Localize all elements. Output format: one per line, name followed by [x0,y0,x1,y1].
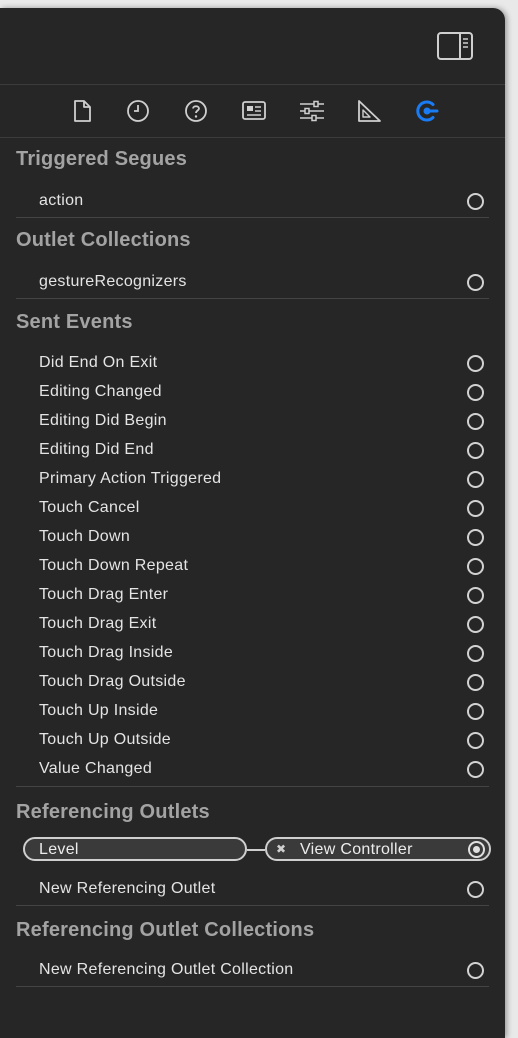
sent-event-circle[interactable] [467,761,484,778]
file-icon[interactable] [68,97,96,125]
sent-event-circle[interactable] [467,384,484,401]
sidebar-toggle-icon[interactable] [437,32,473,60]
sent-event-circle[interactable] [467,703,484,720]
sent-event-circle[interactable] [467,442,484,459]
new-referencing-outlet-collection-label: New Referencing Outlet Collection [39,961,294,978]
sent-event-circle[interactable] [467,471,484,488]
section-title-sent-events: Sent Events [16,311,133,333]
connection-label-action: action [39,192,84,209]
connections-inspector-panel: Triggered Segues action Outlet Collectio… [0,8,505,1038]
sent-event-label: Touch Down [39,528,131,545]
clock-icon[interactable] [124,97,152,125]
outlet-target-name: View Controller [300,841,413,858]
connection-line [247,849,265,851]
inspector-tab-bar [0,85,505,138]
id-card-icon[interactable] [240,97,268,125]
new-referencing-outlet-label: New Referencing Outlet [39,880,216,897]
sent-event-label: Touch Drag Enter [39,586,169,603]
section-title-referencing-outlets: Referencing Outlets [16,801,210,823]
sent-event-circle[interactable] [467,558,484,575]
connected-circle[interactable] [468,841,485,858]
sent-event-label: Editing Changed [39,383,162,400]
divider [16,986,489,987]
sent-event-circle[interactable] [467,500,484,517]
sent-event-label: Editing Did End [39,441,154,458]
divider [16,786,489,787]
outlet-name: Level [39,841,79,858]
divider [16,217,489,218]
remove-connection-icon[interactable]: ✖ [276,842,286,856]
divider [16,905,489,906]
sent-event-circle[interactable] [467,529,484,546]
sliders-icon[interactable] [298,97,326,125]
outlet-target-pill[interactable]: ✖ View Controller [265,837,491,861]
sent-event-circle[interactable] [467,732,484,749]
sent-event-label: Touch Down Repeat [39,557,189,574]
section-title-outlet-collections: Outlet Collections [16,229,191,251]
sent-event-label: Value Changed [39,760,153,777]
sent-event-circle[interactable] [467,413,484,430]
sent-event-circle[interactable] [467,616,484,633]
connection-circle-gesture-recognizers[interactable] [467,274,484,291]
sent-event-circle[interactable] [467,645,484,662]
outlet-pill-level[interactable]: Level [23,837,247,861]
sent-event-circle[interactable] [467,355,484,372]
sent-event-label: Touch Up Outside [39,731,171,748]
sent-event-label: Touch Cancel [39,499,140,516]
sent-event-circle[interactable] [467,587,484,604]
inspector-toolbar [0,8,505,85]
connection-label-gesture-recognizers: gestureRecognizers [39,273,187,290]
sent-event-label: Touch Drag Outside [39,673,186,690]
divider [16,298,489,299]
sent-event-label: Touch Drag Exit [39,615,157,632]
sent-event-label: Did End On Exit [39,354,158,371]
sent-event-label: Primary Action Triggered [39,470,222,487]
connections-icon[interactable] [413,97,441,125]
new-referencing-outlet-circle[interactable] [467,881,484,898]
sent-event-label: Touch Drag Inside [39,644,174,661]
sent-event-label: Editing Did Begin [39,412,167,429]
new-referencing-outlet-collection-circle[interactable] [467,962,484,979]
sent-event-circle[interactable] [467,674,484,691]
sent-event-label: Touch Up Inside [39,702,159,719]
ruler-icon[interactable] [356,97,384,125]
section-title-referencing-outlet-collections: Referencing Outlet Collections [16,919,315,941]
section-title-triggered-segues: Triggered Segues [16,148,188,170]
question-icon[interactable] [182,97,210,125]
connection-circle-action[interactable] [467,193,484,210]
